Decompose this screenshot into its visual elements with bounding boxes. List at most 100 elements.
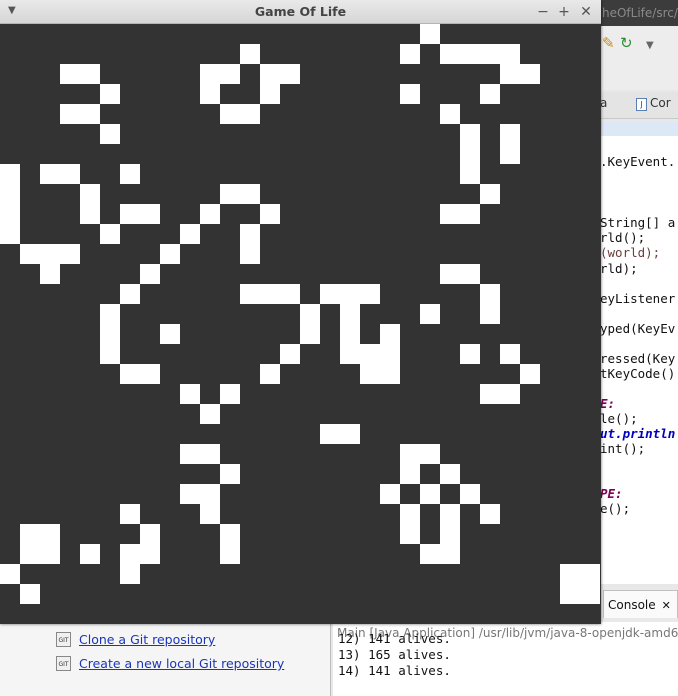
alive-cell[interactable] <box>120 164 140 184</box>
alive-cell[interactable] <box>500 64 520 84</box>
alive-cell[interactable] <box>460 344 480 364</box>
alive-cell[interactable] <box>80 204 100 224</box>
create-local-git-repository-link[interactable]: Create a new local Git repository <box>79 656 284 671</box>
alive-cell[interactable] <box>380 344 400 364</box>
alive-cell[interactable] <box>420 304 440 324</box>
alive-cell[interactable] <box>400 524 420 544</box>
alive-cell[interactable] <box>400 504 420 524</box>
alive-cell[interactable] <box>560 564 580 584</box>
alive-cell[interactable] <box>180 384 200 404</box>
alive-cell[interactable] <box>20 524 40 544</box>
alive-cell[interactable] <box>80 104 100 124</box>
alive-cell[interactable] <box>460 484 480 504</box>
alive-cell[interactable] <box>480 184 500 204</box>
alive-cell[interactable] <box>0 204 20 224</box>
alive-cell[interactable] <box>380 364 400 384</box>
alive-cell[interactable] <box>40 264 60 284</box>
alive-cell[interactable] <box>220 384 240 404</box>
alive-cell[interactable] <box>140 264 160 284</box>
alive-cell[interactable] <box>40 544 60 564</box>
alive-cell[interactable] <box>200 484 220 504</box>
alive-cell[interactable] <box>320 424 340 444</box>
alive-cell[interactable] <box>360 284 380 304</box>
alive-cell[interactable] <box>200 204 220 224</box>
alive-cell[interactable] <box>0 224 20 244</box>
alive-cell[interactable] <box>420 544 440 564</box>
alive-cell[interactable] <box>460 264 480 284</box>
alive-cell[interactable] <box>140 204 160 224</box>
alive-cell[interactable] <box>100 224 120 244</box>
alive-cell[interactable] <box>440 104 460 124</box>
alive-cell[interactable] <box>180 224 200 244</box>
editor-tab-java[interactable]: J Cor <box>636 96 671 111</box>
close-icon[interactable]: ✕ <box>662 599 671 612</box>
alive-cell[interactable] <box>20 544 40 564</box>
alive-cell[interactable] <box>260 364 280 384</box>
alive-cell[interactable] <box>480 504 500 524</box>
alive-cell[interactable] <box>460 144 480 164</box>
alive-cell[interactable] <box>160 244 180 264</box>
window-titlebar[interactable]: ▼ Game Of Life − + ✕ <box>0 0 601 24</box>
alive-cell[interactable] <box>120 504 140 524</box>
alive-cell[interactable] <box>140 544 160 564</box>
alive-cell[interactable] <box>180 484 200 504</box>
alive-cell[interactable] <box>440 524 460 544</box>
alive-cell[interactable] <box>340 304 360 324</box>
maximize-icon[interactable]: + <box>557 3 571 21</box>
alive-cell[interactable] <box>220 104 240 124</box>
alive-cell[interactable] <box>340 324 360 344</box>
alive-cell[interactable] <box>560 584 580 604</box>
alive-cell[interactable] <box>120 564 140 584</box>
alive-cell[interactable] <box>440 504 460 524</box>
alive-cell[interactable] <box>480 284 500 304</box>
alive-cell[interactable] <box>140 364 160 384</box>
alive-cell[interactable] <box>500 144 520 164</box>
alive-cell[interactable] <box>240 224 260 244</box>
alive-cell[interactable] <box>160 324 180 344</box>
alive-cell[interactable] <box>420 484 440 504</box>
alive-cell[interactable] <box>480 304 500 324</box>
alive-cell[interactable] <box>120 284 140 304</box>
alive-cell[interactable] <box>240 44 260 64</box>
alive-cell[interactable] <box>240 104 260 124</box>
alive-cell[interactable] <box>60 164 80 184</box>
alive-cell[interactable] <box>520 64 540 84</box>
alive-cell[interactable] <box>420 444 440 464</box>
alive-cell[interactable] <box>460 124 480 144</box>
alive-cell[interactable] <box>340 424 360 444</box>
alive-cell[interactable] <box>440 44 460 64</box>
alive-cell[interactable] <box>260 64 280 84</box>
alive-cell[interactable] <box>120 544 140 564</box>
alive-cell[interactable] <box>440 544 460 564</box>
alive-cell[interactable] <box>440 264 460 284</box>
alive-cell[interactable] <box>80 64 100 84</box>
alive-cell[interactable] <box>200 84 220 104</box>
alive-cell[interactable] <box>0 564 20 584</box>
alive-cell[interactable] <box>380 324 400 344</box>
alive-cell[interactable] <box>580 564 600 584</box>
alive-cell[interactable] <box>100 324 120 344</box>
console-tab[interactable]: Console ✕ <box>603 590 678 618</box>
alive-cell[interactable] <box>220 544 240 564</box>
alive-cell[interactable] <box>200 404 220 424</box>
alive-cell[interactable] <box>180 444 200 464</box>
alive-cell[interactable] <box>300 304 320 324</box>
alive-cell[interactable] <box>20 584 40 604</box>
alive-cell[interactable] <box>440 204 460 224</box>
alive-cell[interactable] <box>520 364 540 384</box>
editor-tab-fragment[interactable]: a <box>600 96 607 110</box>
alive-cell[interactable] <box>440 464 460 484</box>
alive-cell[interactable] <box>460 44 480 64</box>
life-grid[interactable] <box>0 24 601 624</box>
alive-cell[interactable] <box>300 324 320 344</box>
alive-cell[interactable] <box>100 124 120 144</box>
alive-cell[interactable] <box>240 284 260 304</box>
alive-cell[interactable] <box>280 64 300 84</box>
alive-cell[interactable] <box>200 444 220 464</box>
alive-cell[interactable] <box>220 524 240 544</box>
alive-cell[interactable] <box>400 444 420 464</box>
alive-cell[interactable] <box>500 124 520 144</box>
alive-cell[interactable] <box>40 244 60 264</box>
alive-cell[interactable] <box>500 344 520 364</box>
alive-cell[interactable] <box>340 284 360 304</box>
